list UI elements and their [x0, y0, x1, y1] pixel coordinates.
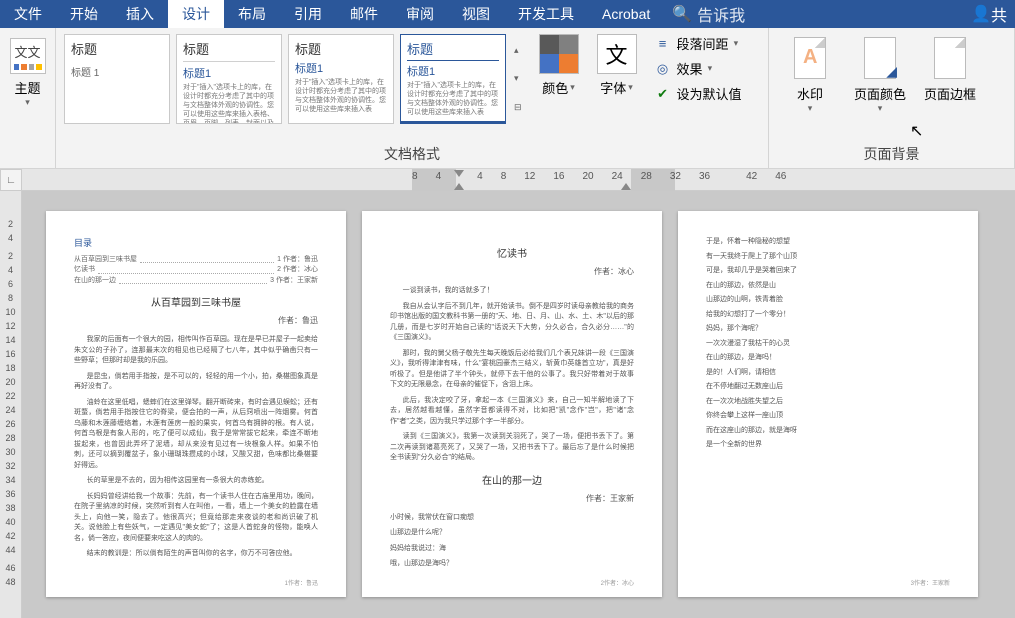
page-bg-label: 页面背景	[775, 140, 1008, 166]
ribbon: 文文 主题 ▾ 标题 标题 1 标题 标题1 对于"插入"选项卡上的库，在设计时…	[0, 28, 1015, 169]
style-card-1[interactable]: 标题 标题1 对于"插入"选项卡上的库，在设计时都充分考虑了其中的项与文档整体外…	[176, 34, 282, 124]
share-label: 共	[991, 2, 1007, 26]
tab-selector[interactable]: ∟	[0, 169, 22, 191]
chevron-down-icon: ▾	[25, 97, 30, 108]
fonts-icon: 文	[597, 34, 637, 74]
page-footer: 2作者：冰心	[601, 580, 634, 589]
themes-group: 文文 主题 ▾	[0, 28, 56, 168]
page-1[interactable]: 目录 从百草园到三味书屋1 作者：鲁迅 忆读书2 作者：冰心 在山的那一边3 作…	[46, 211, 346, 597]
page-color-icon: ◢	[864, 37, 896, 79]
style-card-2[interactable]: 标题 标题1 对于"插入"选项卡上的库，在设计时都充分考虑了其中的项与文档整体外…	[288, 34, 394, 124]
watermark-button[interactable]: A 水印 ▾	[775, 32, 845, 114]
chevron-down-icon: ▾	[808, 103, 813, 114]
page-2[interactable]: 忆读书 作者：冰心 一谈到读书，我的话就多了！ 我自从会认字后不到几年，就开始读…	[362, 211, 662, 597]
toc-heading: 目录	[74, 237, 318, 251]
watermark-icon: A	[794, 37, 826, 79]
format-options: ≡ 段落间距 ▾ ◎ 效果 ▾ ✔ 设为默认值	[650, 32, 746, 103]
right-indent[interactable]	[621, 183, 631, 190]
ruler-marks: 84 4812 162024 283236 4246	[412, 171, 786, 182]
colors-icon	[539, 34, 579, 74]
ruler-horizontal-row: ∟ 84 4812 162024 283236 4246	[0, 169, 1015, 191]
page-border-button[interactable]: 页面边框	[915, 32, 985, 103]
page-footer: 3作者：王家新	[911, 580, 950, 589]
effects-button[interactable]: ◎ 效果 ▾	[654, 59, 742, 78]
tab-references[interactable]: 引用	[280, 0, 336, 28]
tell-me-search[interactable]: 🔍 告诉我	[672, 2, 745, 26]
search-icon: 🔍	[672, 4, 692, 24]
tab-insert[interactable]: 插入	[112, 0, 168, 28]
para-spacing-icon: ≡	[654, 36, 672, 51]
tab-review[interactable]: 审阅	[392, 0, 448, 28]
menu-bar: 文件 开始 插入 设计 布局 引用 邮件 审阅 视图 开发工具 Acrobat …	[0, 0, 1015, 28]
page-border-icon	[934, 37, 966, 79]
colors-button[interactable]: 颜色▾	[534, 32, 584, 97]
themes-button[interactable]: 文文 主题 ▾	[6, 32, 49, 108]
article-author-2: 作者：王家新	[390, 493, 634, 505]
page-color-button[interactable]: ◢ 页面颜色 ▾	[845, 32, 915, 114]
article-title: 从百草园到三味书屋	[74, 296, 318, 311]
page-3[interactable]: 于是，怀着一种隐秘的想望 有一天我终于爬上了那个山顶 可是，我却几乎是哭着回来了…	[678, 211, 978, 597]
tab-home[interactable]: 开始	[56, 0, 112, 28]
horizontal-ruler[interactable]: 84 4812 162024 283236 4246	[22, 169, 1015, 190]
effects-icon: ◎	[654, 61, 672, 77]
tab-devtools[interactable]: 开发工具	[504, 0, 588, 28]
doc-format-label: 文档格式	[62, 140, 762, 166]
tab-acrobat[interactable]: Acrobat	[588, 0, 664, 28]
gallery-scroll[interactable]: ▴ ▾ ⊟	[512, 34, 524, 124]
vertical-ruler[interactable]: 24 246 81012 141618 202224 262830 323436…	[0, 191, 22, 618]
themes-icon: 文文	[10, 38, 46, 74]
style-gallery[interactable]: 标题 标题 1 标题 标题1 对于"插入"选项卡上的库，在设计时都充分考虑了其中…	[62, 32, 526, 126]
chevron-down-icon: ▾	[628, 82, 633, 93]
first-line-indent[interactable]	[454, 170, 464, 177]
article-author: 作者：冰心	[390, 266, 634, 278]
doc-format-group: 标题 标题 1 标题 标题1 对于"插入"选项卡上的库，在设计时都充分考虑了其中…	[56, 28, 769, 168]
chevron-down-icon: ▾	[734, 38, 739, 49]
share-icon: 👤	[971, 4, 991, 24]
share-button[interactable]: 👤 共	[963, 2, 1015, 26]
document-area: 24 246 81012 141618 202224 262830 323436…	[0, 191, 1015, 618]
hanging-indent[interactable]	[454, 183, 464, 190]
chevron-down-icon: ▾	[708, 63, 713, 74]
page-footer: 1作者：鲁迅	[285, 580, 318, 589]
set-default-button[interactable]: ✔ 设为默认值	[654, 84, 742, 103]
tab-layout[interactable]: 布局	[224, 0, 280, 28]
tab-design[interactable]: 设计	[168, 0, 224, 28]
paragraph-spacing-button[interactable]: ≡ 段落间距 ▾	[654, 34, 742, 53]
pages-container[interactable]: 目录 从百草园到三味书屋1 作者：鲁迅 忆读书2 作者：冰心 在山的那一边3 作…	[22, 191, 1015, 618]
themes-caption: 主题	[14, 78, 40, 97]
article-author: 作者：鲁迅	[74, 315, 318, 327]
chevron-down-icon: ▾	[878, 103, 883, 114]
gallery-up-icon[interactable]: ▴	[514, 45, 522, 56]
article-title: 忆读书	[390, 247, 634, 262]
tell-me-label: 告诉我	[697, 2, 745, 26]
style-card-0[interactable]: 标题 标题 1	[64, 34, 170, 124]
tab-view[interactable]: 视图	[448, 0, 504, 28]
page-bg-group: A 水印 ▾ ◢ 页面颜色 ▾ 页面边框 页面背景	[769, 28, 1015, 168]
chevron-down-icon: ▾	[570, 82, 575, 93]
gallery-more-icon[interactable]: ⊟	[514, 102, 522, 113]
fonts-button[interactable]: 文 字体▾	[592, 32, 642, 97]
gallery-down-icon[interactable]: ▾	[514, 73, 522, 84]
tab-mail[interactable]: 邮件	[336, 0, 392, 28]
check-icon: ✔	[654, 86, 672, 102]
article-title-2: 在山的那一边	[390, 474, 634, 489]
style-card-3[interactable]: 标题 标题1 对于"插入"选项卡上的库，在设计时都充分考虑了其中的项与文档整体外…	[400, 34, 506, 124]
tab-file[interactable]: 文件	[0, 0, 56, 28]
cursor-icon: ↖	[910, 121, 923, 141]
